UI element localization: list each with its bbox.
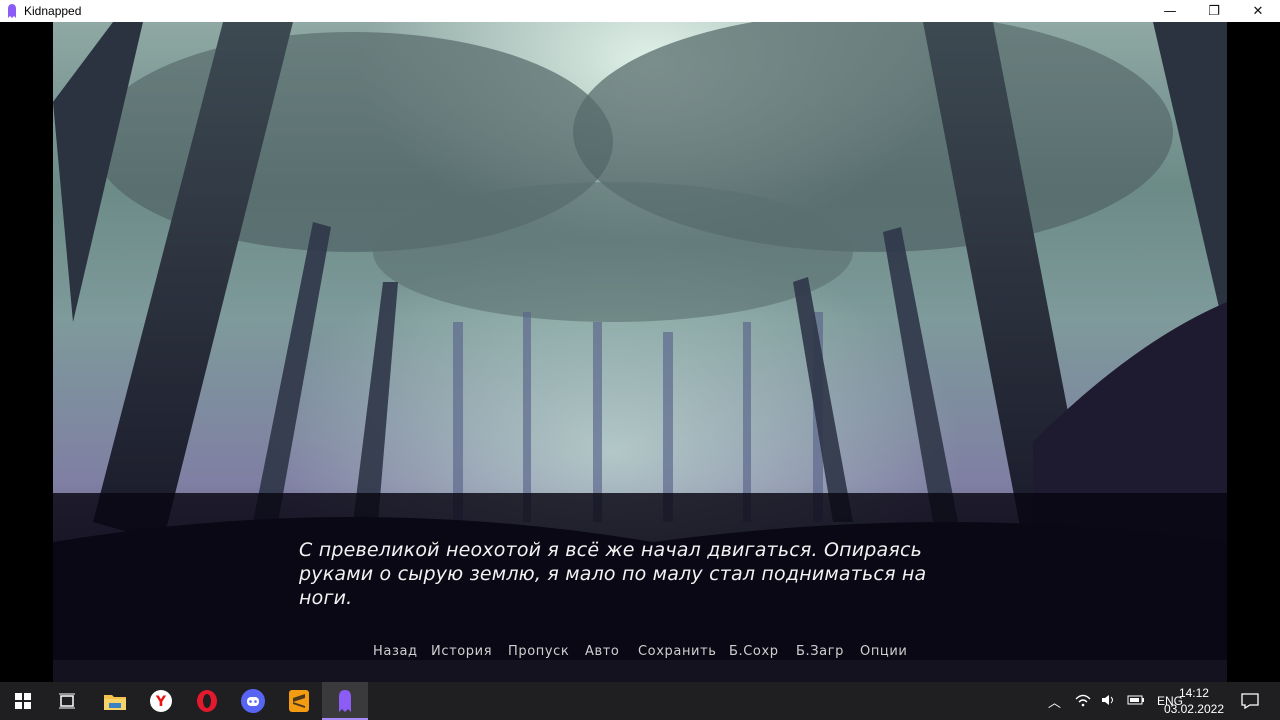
history-button[interactable]: История [431,644,492,659]
auto-button[interactable]: Авто [585,644,619,659]
discord-icon[interactable] [230,682,276,720]
renpy-app-icon [8,4,16,18]
options-button[interactable]: Опции [860,644,907,659]
svg-text:Y: Y [155,694,167,710]
quick-load-button[interactable]: Б.Загр [796,644,844,659]
maximize-button[interactable]: ❐ [1192,0,1236,22]
clock-time: 14:12 [1178,686,1209,700]
skip-button[interactable]: Пропуск [508,644,569,659]
dialogue-line: С превеликой неохотой я всё же начал дви… [299,539,923,561]
dialogue-text: С превеликой неохотой я всё же начал дви… [299,538,979,610]
window-titlebar[interactable]: Kidnapped — ❐ ✕ [0,0,1280,22]
wifi-icon[interactable] [1075,693,1091,710]
renpy-game-icon[interactable] [322,682,368,720]
clock[interactable]: 14:12 03.02.2022 [1164,685,1224,717]
notifications-icon[interactable] [1228,682,1272,720]
yandex-browser-icon[interactable]: Y [138,682,184,720]
close-button[interactable]: ✕ [1236,0,1280,22]
sublime-text-icon[interactable] [276,682,322,720]
save-button[interactable]: Сохранить [638,644,717,659]
start-icon[interactable] [0,682,46,720]
volume-icon[interactable] [1101,693,1117,710]
opera-icon[interactable] [184,682,230,720]
window-title: Kidnapped [24,4,82,18]
chevron-up-icon[interactable]: ︿ [1048,692,1061,711]
dialogue-line: ноги. [299,587,353,609]
clock-date: 03.02.2022 [1163,702,1224,716]
dialogue-line: руками о сырую землю, я мало по малу ста… [299,563,927,585]
task-view-icon[interactable] [44,682,90,720]
windows-taskbar: Y ︿ ENG 14:12 03.02.2022 [0,682,1280,720]
quick-menu: Назад История Пропуск Авто Сохранить Б.С… [0,644,1280,660]
system-tray: ︿ ENG [1048,682,1183,720]
minimize-button[interactable]: — [1148,0,1192,22]
quick-save-button[interactable]: Б.Сохр [729,644,779,659]
file-explorer-icon[interactable] [92,682,138,720]
battery-icon[interactable] [1127,694,1145,709]
back-button[interactable]: Назад [373,644,418,659]
